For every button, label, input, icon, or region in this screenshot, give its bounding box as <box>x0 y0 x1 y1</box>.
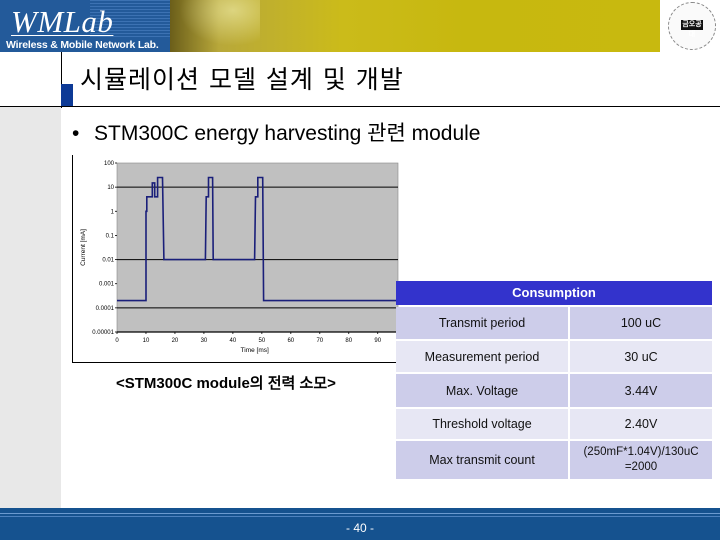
table-row: Measurement period 30 uC <box>396 341 712 372</box>
x-tick-label: 60 <box>287 338 294 344</box>
row-value: 30 uC <box>570 341 712 372</box>
brand-subtitle: Wireless & Mobile Network Lab. <box>6 39 159 51</box>
bullet-marker: • <box>72 122 80 145</box>
table-row: Transmit period 100 uC <box>396 307 712 339</box>
x-axis-ticks: 0 10 20 30 40 50 60 70 80 90 <box>115 332 382 344</box>
row-value: (250mF*1.04V)/130uC =2000 <box>570 441 712 479</box>
x-axis-label: Time [ms] <box>241 347 269 354</box>
footer-rule <box>0 513 720 514</box>
x-tick-label: 80 <box>345 338 352 344</box>
university-seal-icon: 금오공대 <box>668 2 716 50</box>
x-tick-label: 70 <box>316 338 323 344</box>
slide-title: 시뮬레이션 모델 설계 및 개발 <box>80 65 404 94</box>
x-tick-label: 50 <box>259 338 266 344</box>
table-header: Consumption <box>396 281 712 305</box>
footer-bar: - 40 - <box>0 508 720 540</box>
title-accent-block <box>61 84 73 107</box>
footer-rule <box>0 516 720 517</box>
x-tick-label: 90 <box>374 338 381 344</box>
header-photo-highlight <box>170 0 260 52</box>
y-axis-ticks: 100 10 1 0.1 0.01 0.001 0.0001 0.00001 <box>92 161 117 336</box>
x-tick-label: 0 <box>115 338 119 344</box>
table-row: Max transmit count (250mF*1.04V)/130uC =… <box>396 441 712 479</box>
y-tick-label: 0.001 <box>99 282 115 288</box>
brand-logo-text: WMLab <box>11 4 114 39</box>
row-label: Transmit period <box>396 307 568 339</box>
row-label: Threshold voltage <box>396 409 568 439</box>
brand-block: WMLab Wireless & Mobile Network Lab. <box>0 0 170 52</box>
chart-caption: <STM300C module의 전력 소모> <box>116 375 336 392</box>
table-row: Threshold voltage 2.40V <box>396 409 712 439</box>
bullet-item: • STM300C energy harvesting 관련 module <box>72 117 480 147</box>
header-banner: WMLab Wireless & Mobile Network Lab. 금오공… <box>0 0 720 52</box>
x-tick-label: 40 <box>230 338 237 344</box>
y-tick-label: 10 <box>107 185 114 191</box>
row-value: 2.40V <box>570 409 712 439</box>
page-number: - 40 - <box>345 521 374 535</box>
row-label: Measurement period <box>396 341 568 372</box>
row-value: 100 uC <box>570 307 712 339</box>
y-tick-label: 0.1 <box>106 233 115 239</box>
row-label: Max transmit count <box>396 441 568 479</box>
seal-badge-text: 금오공대 <box>681 20 703 38</box>
y-tick-label: 100 <box>104 161 115 167</box>
row-value: 3.44V <box>570 374 712 407</box>
y-tick-label: 0.01 <box>102 258 114 264</box>
table-row: Max. Voltage 3.44V <box>396 374 712 407</box>
row-label: Max. Voltage <box>396 374 568 407</box>
row-value-line: =2000 <box>624 461 658 473</box>
y-tick-label: 1 <box>111 209 115 215</box>
x-tick-label: 20 <box>172 338 179 344</box>
current-chart: 100 10 1 0.1 0.01 0.001 0.0001 0.00001 0 10 20 30 4… <box>80 161 399 354</box>
row-value-line: (250mF*1.04V)/130uC <box>583 446 699 458</box>
x-tick-label: 10 <box>143 338 150 344</box>
title-horizontal-rule <box>0 106 720 107</box>
bullet-text: STM300C energy harvesting 관련 module <box>94 122 481 145</box>
left-margin-strip <box>0 107 61 509</box>
y-axis-label: Current [mA] <box>80 229 87 266</box>
y-tick-label: 0.0001 <box>96 306 115 312</box>
x-tick-label: 30 <box>201 338 208 344</box>
y-tick-label: 0.00001 <box>92 330 114 336</box>
